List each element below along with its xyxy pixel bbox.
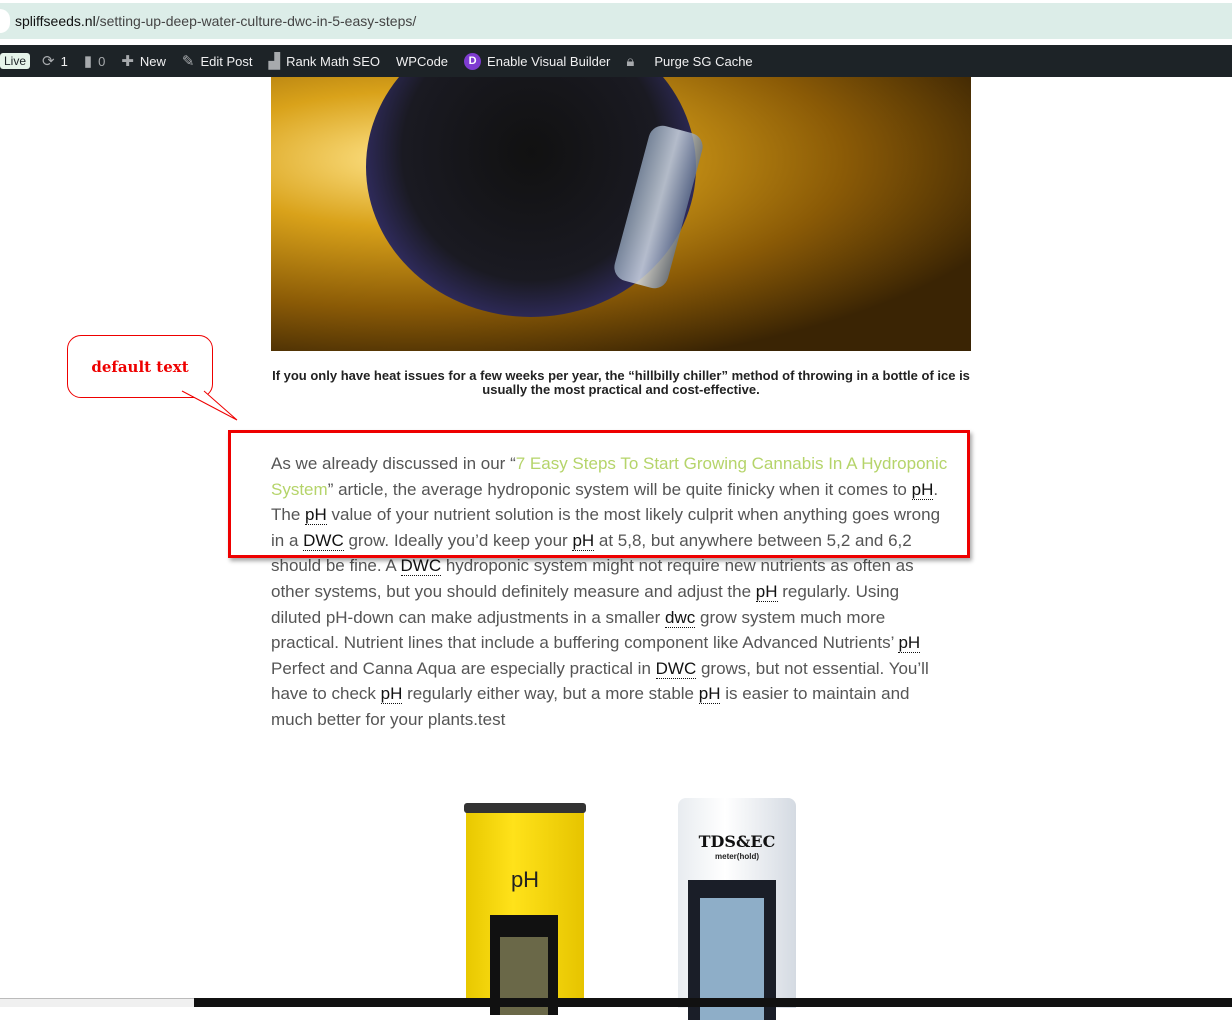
callout-tail: [181, 390, 238, 421]
edit-post-button[interactable]: ✎ Edit Post: [182, 52, 253, 70]
glossary-term-link[interactable]: pH: [698, 684, 721, 705]
paragraph-line: other systems, but you should definitely…: [271, 579, 991, 605]
text-segment: have to check: [271, 684, 381, 704]
text-segment: Perfect and Canna Aqua are especially pr…: [271, 658, 656, 678]
text-segment: grow system much more: [695, 607, 886, 627]
new-button[interactable]: ✚ New: [121, 52, 166, 70]
text-segment: is easier to maintain and: [720, 684, 910, 704]
text-segment: other systems, but you should definitely…: [271, 581, 756, 601]
glossary-term-link[interactable]: DWC: [655, 658, 697, 679]
ph-meter: pH: [464, 803, 586, 1015]
lock-button[interactable]: 🔒︎: [626, 53, 634, 70]
address-bar[interactable]: spliffseeds.nl/setting-up-deep-water-cul…: [0, 3, 1232, 39]
taskbar: [0, 998, 1232, 1007]
text-segment: should be fine. A: [271, 556, 401, 576]
text-segment: grows, but not essential. You’ll: [696, 658, 929, 678]
annotation-callout: default text: [67, 335, 213, 398]
url-text[interactable]: spliffseeds.nl/setting-up-deep-water-cul…: [15, 13, 416, 29]
wpcode-button[interactable]: WPCode: [396, 54, 448, 69]
comment-icon: ▮: [83, 53, 93, 70]
paragraph-line: have to check pH regularly either way, b…: [271, 681, 991, 707]
wp-admin-bar: Live ⟳ 1 ▮ 0 ✚ New ✎ Edit Post ▟ Rank Math SE…: [0, 45, 1232, 77]
paragraph-line: practical. Nutrient lines that include a…: [271, 630, 991, 656]
updates-button[interactable]: ⟳ 1: [42, 52, 68, 70]
site-info-icon[interactable]: [0, 9, 10, 33]
glossary-term-link[interactable]: DWC: [400, 556, 442, 577]
text-segment: diluted pH-down can make adjustments in …: [271, 607, 666, 627]
paragraph-line: much better for your plants.test: [271, 707, 991, 733]
glossary-term-link[interactable]: pH: [755, 581, 778, 602]
text-segment: regularly. Using: [777, 581, 900, 601]
article-image-bucket: [271, 77, 971, 351]
annotation-highlight-box: [228, 430, 970, 558]
rank-math-button[interactable]: ▟ Rank Math SEO: [269, 52, 380, 70]
purge-cache-button[interactable]: Purge SG Cache: [654, 54, 752, 69]
divi-icon: D: [464, 52, 482, 70]
text-segment: regularly either way, but a more stable: [402, 684, 699, 704]
tds-meter: TDS&EC meter(hold): [678, 798, 796, 1020]
text-segment: hydroponic system might not require new …: [441, 556, 914, 576]
lock-icon: 🔒︎: [626, 52, 635, 70]
pencil-icon: ✎: [181, 53, 195, 70]
image-caption: If you only have heat issues for a few w…: [272, 368, 970, 397]
plus-icon: ✚: [121, 53, 134, 70]
text-segment: much better for your plants.test: [271, 709, 506, 729]
article-image-meters: pH TDS&EC meter(hold): [440, 780, 820, 1020]
glossary-term-link[interactable]: pH: [898, 633, 921, 654]
live-badge[interactable]: Live: [0, 53, 38, 69]
visual-builder-button[interactable]: D Enable Visual Builder: [464, 52, 610, 70]
comments-button[interactable]: ▮ 0: [84, 52, 106, 70]
glossary-term-link[interactable]: dwc: [665, 607, 696, 628]
paragraph-line: Perfect and Canna Aqua are especially pr…: [271, 656, 991, 682]
glossary-term-link[interactable]: pH: [380, 684, 403, 705]
chart-icon: ▟: [268, 53, 281, 70]
refresh-icon: ⟳: [42, 53, 55, 70]
paragraph-line: diluted pH-down can make adjustments in …: [271, 605, 991, 631]
text-segment: practical. Nutrient lines that include a…: [271, 633, 899, 653]
